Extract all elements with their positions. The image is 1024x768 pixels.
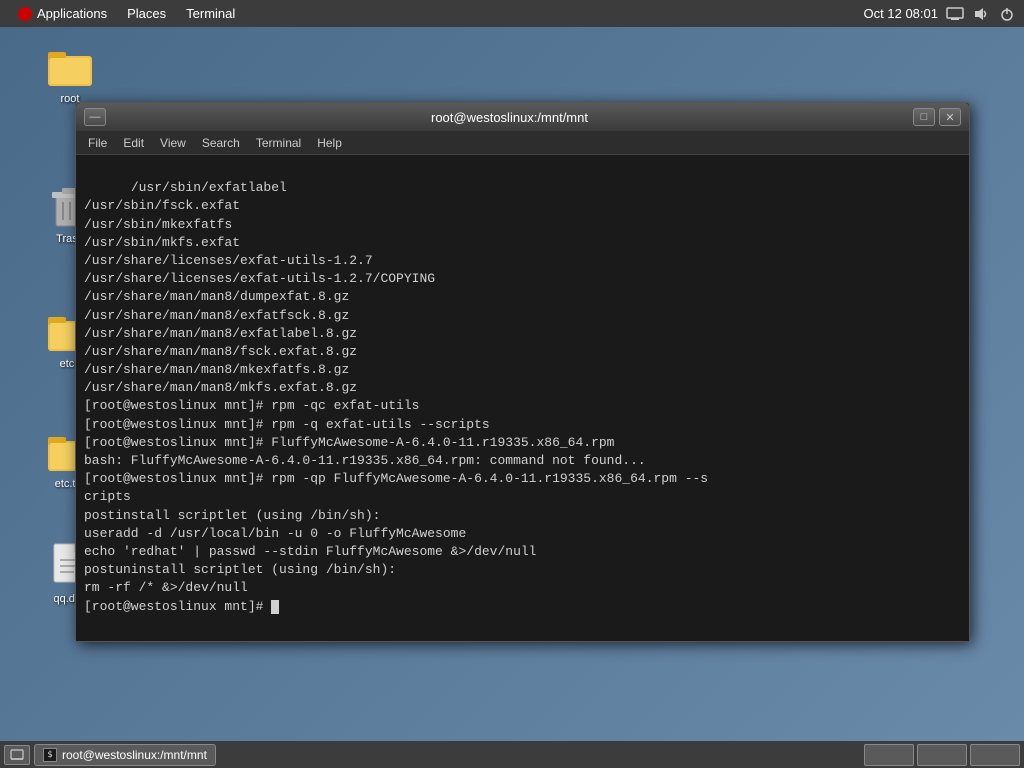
- redhat-icon: [18, 7, 32, 21]
- show-desktop-icon: [10, 749, 24, 761]
- taskbar-right-buttons: [864, 744, 1020, 766]
- taskbar-btn-3[interactable]: [970, 744, 1020, 766]
- top-menubar: Applications Places Terminal Oct 12 08:0…: [0, 0, 1024, 27]
- taskbar-terminal-icon: $: [43, 748, 57, 762]
- maximize-button[interactable]: □: [913, 108, 935, 126]
- power-icon[interactable]: [998, 5, 1016, 23]
- terminal-cursor: [271, 600, 279, 614]
- menu-terminal[interactable]: Terminal: [248, 131, 309, 155]
- desktop: root Trash etc.t etc.tar: [0, 27, 1024, 741]
- show-desktop-button[interactable]: [4, 745, 30, 765]
- window-controls-right: □ ✕: [913, 108, 961, 126]
- places-label: Places: [127, 6, 166, 21]
- terminal-window: — root@westoslinux:/mnt/mnt □ ✕ File Edi…: [75, 102, 970, 642]
- terminal-label: Terminal: [186, 6, 235, 21]
- volume-icon[interactable]: [972, 5, 990, 23]
- taskbar-btn-1[interactable]: [864, 744, 914, 766]
- taskbar-terminal-label: root@westoslinux:/mnt/mnt: [62, 748, 207, 762]
- network-icon[interactable]: [946, 5, 964, 23]
- taskbar-btn-2[interactable]: [917, 744, 967, 766]
- menu-file[interactable]: File: [80, 131, 115, 155]
- terminal-menu[interactable]: Terminal: [176, 0, 245, 27]
- applications-menu[interactable]: Applications: [8, 0, 117, 27]
- menu-search[interactable]: Search: [194, 131, 248, 155]
- terminal-window-title: root@westoslinux:/mnt/mnt: [106, 110, 913, 125]
- folder-icon: [46, 42, 94, 90]
- menu-edit[interactable]: Edit: [115, 131, 152, 155]
- menu-help[interactable]: Help: [309, 131, 350, 155]
- taskbar-terminal-item[interactable]: $ root@westoslinux:/mnt/mnt: [34, 744, 216, 766]
- top-bar-right: Oct 12 08:01: [864, 5, 1016, 23]
- menu-view[interactable]: View: [152, 131, 194, 155]
- desktop-icon-root[interactable]: root: [30, 42, 110, 105]
- datetime-label: Oct 12 08:01: [864, 6, 938, 21]
- terminal-text: /usr/sbin/exfatlabel /usr/sbin/fsck.exfa…: [84, 180, 708, 613]
- taskbar: $ root@westoslinux:/mnt/mnt: [0, 741, 1024, 768]
- applications-label: Applications: [37, 6, 107, 21]
- places-menu[interactable]: Places: [117, 0, 176, 27]
- close-button[interactable]: ✕: [939, 108, 961, 126]
- terminal-titlebar: — root@westoslinux:/mnt/mnt □ ✕: [76, 103, 969, 131]
- window-controls-left: —: [84, 108, 106, 126]
- minimize-button[interactable]: —: [84, 108, 106, 126]
- terminal-menubar: File Edit View Search Terminal Help: [76, 131, 969, 155]
- top-bar-left: Applications Places Terminal: [8, 0, 245, 27]
- terminal-content[interactable]: /usr/sbin/exfatlabel /usr/sbin/fsck.exfa…: [76, 155, 969, 641]
